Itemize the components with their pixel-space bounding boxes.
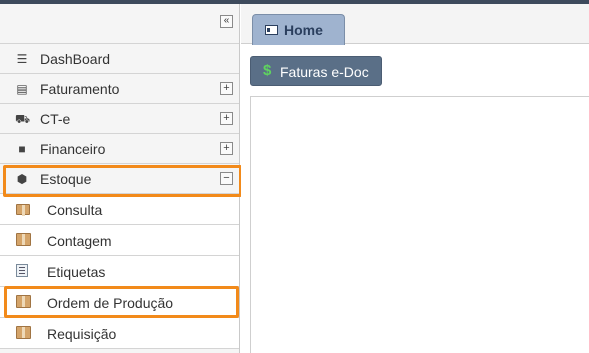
sidebar-subitem-label: Contagem: [47, 233, 112, 249]
tab-home[interactable]: Home: [252, 14, 345, 45]
box-icon: [16, 326, 32, 340]
sidebar-item-label: Financeiro: [40, 141, 106, 157]
collapse-icon[interactable]: −: [220, 172, 233, 185]
sidebar-item-label: Faturamento: [40, 81, 120, 97]
sidebar-subitem-consulta[interactable]: Consulta: [0, 194, 239, 225]
sidebar-item-label: CT-e: [40, 111, 71, 127]
sidebar-subitem-etiquetas[interactable]: Etiquetas: [0, 256, 239, 287]
faturas-edoc-button[interactable]: $ Faturas e-Doc: [250, 56, 382, 86]
truck-icon: ⛟: [15, 112, 31, 126]
box-icon: [16, 295, 32, 309]
expand-icon[interactable]: +: [220, 142, 233, 155]
expand-icon[interactable]: +: [220, 82, 233, 95]
expand-icon[interactable]: +: [220, 112, 233, 125]
sidebar-item-estoque[interactable]: ⬢ Estoque −: [0, 164, 239, 194]
document-icon: ▤: [16, 82, 28, 96]
sidebar-subitem-label: Consulta: [47, 202, 103, 218]
sidebar-item-dashboard[interactable]: ☰ DashBoard: [0, 44, 239, 74]
sidebar-subitem-label: Requisição: [47, 326, 117, 342]
main-panel: Home $ Faturas e-Doc: [241, 4, 589, 353]
cube-icon: ⬢: [16, 172, 28, 186]
briefcase-icon: ■: [18, 142, 26, 156]
sidebar-subitem-contagem[interactable]: Contagem: [0, 225, 239, 256]
content-area: [250, 96, 589, 353]
box-search-icon: [16, 202, 32, 216]
labels-icon: [16, 264, 32, 278]
sidebar: « ☰ DashBoard ▤ Faturamento + ⛟ CT-e + ■…: [0, 4, 240, 353]
sidebar-item-financeiro[interactable]: ■ Financeiro +: [0, 134, 239, 164]
sidebar-item-label: Estoque: [40, 171, 92, 187]
sidebar-header: «: [0, 4, 239, 44]
sidebar-subitem-ordem-de-producao[interactable]: Ordem de Produção: [0, 287, 239, 318]
sidebar-subitem-label: Ordem de Produção: [47, 295, 174, 311]
box-icon: [16, 233, 32, 247]
window-icon: [265, 25, 278, 35]
sidebar-item-cte[interactable]: ⛟ CT-e +: [0, 104, 239, 134]
list-icon: ☰: [16, 52, 28, 66]
dollar-icon: $: [263, 62, 272, 79]
tab-bar: Home: [241, 4, 589, 45]
tab-label: Home: [284, 22, 323, 38]
sidebar-subitem-label: Etiquetas: [47, 264, 106, 280]
button-label: Faturas e-Doc: [280, 64, 369, 80]
sidebar-item-label: DashBoard: [40, 51, 111, 67]
sidebar-subitem-requisicao[interactable]: Requisição: [0, 318, 239, 349]
collapse-sidebar-button[interactable]: «: [220, 15, 233, 28]
sidebar-item-faturamento[interactable]: ▤ Faturamento +: [0, 74, 239, 104]
